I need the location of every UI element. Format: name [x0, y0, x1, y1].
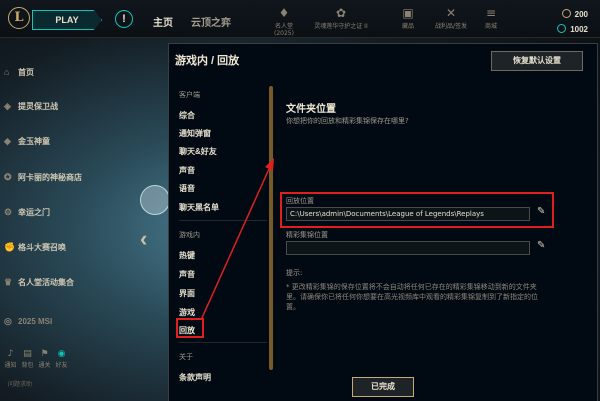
highlight-location-label: 精彩集锦位置 [286, 231, 328, 239]
nav-label: 金玉神童 [18, 137, 50, 146]
tip-text: * 更改精彩集锦的保存位置将不会自动将任何已存在的精彩集锦移动到新的文件夹里。请… [286, 283, 538, 311]
shield-icon: ◈ [4, 101, 11, 111]
nav-event-6[interactable]: ♛ 名人堂活动集合 [4, 277, 164, 291]
bottom-toolbar: ♪ 通知 ▤ 背包 ⚑ 通关 ◉ 好友 [2, 349, 92, 369]
annotation-box-replay-field [280, 192, 554, 228]
collection-icon: ▣ [402, 6, 414, 20]
top-bar: L PLAY ! 主页 云顶之弈 ♦ 名人堂(2025) ✿ 灵魂莲华守护之证 … [0, 0, 600, 38]
nav-event-1[interactable]: ◈ 提灵保卫战 [4, 101, 164, 115]
tab-home[interactable]: 主页 [153, 14, 173, 29]
league-logo-icon[interactable]: L [8, 7, 30, 29]
nav-event-2[interactable]: ◆ 金玉神童 [4, 136, 164, 150]
exclamation-icon[interactable]: ! [115, 10, 133, 28]
nav-event-4[interactable]: ⚙ 幸运之门 [4, 207, 164, 221]
lotus-tab[interactable]: ✿ 灵魂莲华守护之证 II [312, 5, 370, 30]
flag-icon: ⚑ [40, 349, 49, 359]
lotus-icon: ✿ [335, 6, 347, 20]
friends-icon: ◉ [57, 349, 66, 359]
loot-label: 战利品/签发 [434, 23, 468, 30]
done-button[interactable]: 已完成 [352, 377, 414, 397]
shop-icon: ✪ [4, 172, 12, 182]
settings-modal: 游戏内 / 回放 恢复默认设置 客户端 综合 通知弹窗 聊天&好友 声音 语音 … [168, 43, 598, 401]
trophy-icon: ♛ [4, 277, 13, 287]
nav-label: 首页 [18, 68, 34, 77]
nav-label: 名人堂活动集合 [18, 278, 74, 287]
bag-label: 背包 [21, 362, 34, 369]
folder-location-title: 文件夹位置 [286, 104, 336, 115]
hall-of-fame-label: 名人堂(2025) [274, 23, 294, 37]
blue-essence-icon [561, 9, 571, 18]
help-text[interactable]: 问题求助 [8, 379, 32, 388]
store-tab[interactable]: ≡ 商城 [473, 5, 509, 30]
nav-event-7[interactable]: ◎ 2025 MSI [4, 316, 164, 330]
gem-icon: ◆ [4, 136, 11, 146]
tip-title: 提示: [286, 269, 303, 277]
riot-points[interactable]: 1002 [528, 24, 588, 38]
collection-tab[interactable]: ▣ 藏品 [390, 5, 426, 30]
home-icon: ⌂ [4, 67, 10, 77]
highlight-location-field[interactable] [286, 241, 530, 255]
door-icon: ⚙ [4, 207, 13, 217]
folder-location-subtitle: 你想把你的回放和精彩集锦保存在哪里? [286, 117, 409, 125]
back-arrow-icon[interactable]: ‹ [140, 226, 147, 252]
riot-points-value: 1002 [570, 25, 588, 34]
loot-icon: ✕ [445, 6, 457, 20]
bell-label: 通知 [4, 362, 17, 369]
nav-home[interactable]: ⌂ 首页 [4, 67, 164, 81]
nav-event-3[interactable]: ✪ 阿卡丽的神秘商店 [4, 172, 164, 186]
friends-label: 好友 [55, 362, 68, 369]
msi-icon: ◎ [4, 316, 12, 326]
edit-highlight-location-icon[interactable]: ✎ [537, 240, 545, 251]
store-label: 商城 [484, 23, 497, 30]
store-icon: ≡ [485, 6, 497, 20]
nav-label: 提灵保卫战 [18, 102, 58, 111]
bell-button[interactable]: ♪ 通知 [2, 349, 19, 369]
hall-of-fame-icon: ♦ [278, 6, 290, 20]
bell-icon: ♪ [7, 349, 14, 359]
bag-button[interactable]: ▤ 背包 [19, 349, 36, 369]
nav-label: 2025 MSI [18, 317, 53, 326]
lotus-label: 灵魂莲华守护之证 II [314, 23, 368, 30]
nav-label: 阿卡丽的神秘商店 [18, 173, 82, 182]
bag-icon: ▤ [23, 349, 32, 359]
play-button[interactable]: PLAY [32, 10, 102, 30]
background-orb [140, 185, 170, 215]
collection-label: 藏品 [401, 23, 414, 30]
flag-label: 通关 [38, 362, 51, 369]
hall-of-fame-tab[interactable]: ♦ 名人堂(2025) [266, 5, 302, 37]
riot-points-icon [557, 24, 567, 33]
blue-essence[interactable]: 200 [528, 9, 588, 23]
tab-tft[interactable]: 云顶之弈 [191, 14, 231, 29]
fist-icon: ✊ [4, 242, 16, 252]
blue-essence-value: 200 [574, 10, 588, 19]
nav-label: 格斗大赛召唤 [18, 243, 66, 252]
flag-button[interactable]: ⚑ 通关 [36, 349, 53, 369]
nav-label: 幸运之门 [18, 208, 50, 217]
loot-tab[interactable]: ✕ 战利品/签发 [433, 5, 469, 30]
friends-button[interactable]: ◉ 好友 [53, 349, 70, 369]
